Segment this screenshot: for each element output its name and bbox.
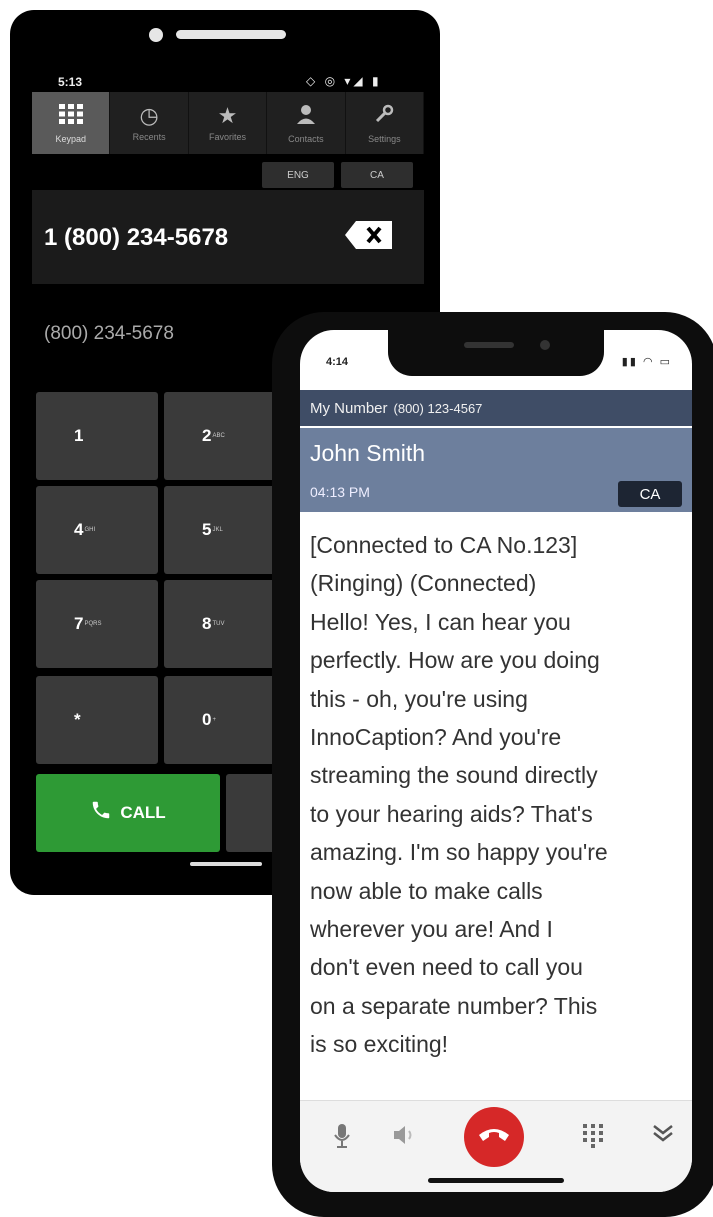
dialpad-icon[interactable] [582,1123,604,1155]
tab-contacts[interactable]: Contacts [267,92,346,154]
key-digit: 0 [202,710,212,729]
key-7[interactable]: 7 PQRS [36,580,158,668]
key-2[interactable]: 2 ABC [164,392,286,480]
tab-recents[interactable]: ◷ Recents [110,92,189,154]
tab-label: Settings [368,133,401,144]
call-time: 04:13 PM [310,484,370,500]
my-number-value: (800) 123-4567 [393,400,483,416]
key-letters: PQRS [84,621,102,627]
microphone-icon[interactable] [334,1123,350,1155]
key-letters: GHI [84,527,96,533]
iphone-screen: 4:14 ▮▮ ◠ ▭ My Number (800) 123-4567 Joh… [300,330,692,1192]
my-number-bar: My Number (800) 123-4567 [300,390,692,426]
key-digit: 4 [74,520,84,539]
dial-display: 1 (800) 234-5678 [32,190,424,284]
camera-dot [149,28,163,42]
key-0[interactable]: 0 + [164,676,286,764]
key-digit: 1 [74,426,84,445]
star-icon: ★ [217,103,238,128]
clock-icon: ◷ [139,103,159,128]
key-digit: 7 [74,614,84,633]
speaker-grille [176,30,286,39]
key-digit: * [74,710,81,729]
key-5[interactable]: 5 JKL [164,486,286,574]
iphone-status-time: 4:14 [326,356,349,368]
key-star[interactable]: * [36,676,158,764]
phone-icon [90,799,112,827]
chevron-down-icon[interactable] [652,1123,674,1149]
dialed-number: 1 (800) 234-5678 [44,224,229,251]
android-tab-bar: Keypad ◷ Recents ★ Favorites Contacts Se… [32,92,425,154]
caller-bar: John Smith 04:13 PM CA [300,428,692,512]
hang-up-icon [477,1125,511,1150]
tab-favorites[interactable]: ★ Favorites [188,92,268,154]
iphone: 4:14 ▮▮ ◠ ▭ My Number (800) 123-4567 Joh… [272,312,713,1217]
key-letters: TUV [212,621,225,627]
speaker-icon[interactable] [392,1123,418,1153]
iphone-home-indicator [428,1178,564,1183]
key-1[interactable]: 1 [36,392,158,480]
key-digit: 8 [202,614,212,633]
front-camera [540,340,550,350]
key-letters: + [212,717,216,723]
ca-badge[interactable]: CA [618,481,682,507]
key-letters: ABC [212,433,225,439]
caption-transcript: [Connected to CA No.123] (Ringing) (Conn… [310,532,608,1058]
person-icon [295,103,317,130]
android-home-indicator [190,862,262,866]
my-number-label: My Number [310,399,388,417]
call-button[interactable]: CALL [36,774,220,852]
lang-ca-button[interactable]: CA [341,162,413,188]
key-digit: 2 [202,426,212,445]
android-status-icons: ◇ ◎ ▾◢ ▮ [306,74,382,88]
tab-label: Contacts [288,133,324,144]
keypad-icon [58,103,84,130]
suggested-number[interactable]: (800) 234-5678 [44,323,174,345]
key-8[interactable]: 8 TUV [164,580,286,668]
earpiece [464,342,514,348]
key-4[interactable]: 4 GHI [36,486,158,574]
key-letters: JKL [212,527,223,533]
end-call-button[interactable] [464,1107,524,1167]
tab-label: Recents [132,132,166,142]
tab-keypad[interactable]: Keypad [32,92,111,154]
notch [388,330,604,376]
tab-label: Keypad [55,133,86,144]
android-status-time: 5:13 [58,75,83,89]
caller-name: John Smith [310,440,426,466]
call-label: CALL [120,803,166,822]
key-digit: 5 [202,520,212,539]
wrench-icon [373,103,395,130]
iphone-status-icons: ▮▮ ◠ ▭ [621,356,672,368]
backspace-icon[interactable] [344,220,394,250]
tab-settings[interactable]: Settings [345,92,425,154]
lang-eng-button[interactable]: ENG [262,162,334,188]
tab-label: Favorites [209,132,247,142]
